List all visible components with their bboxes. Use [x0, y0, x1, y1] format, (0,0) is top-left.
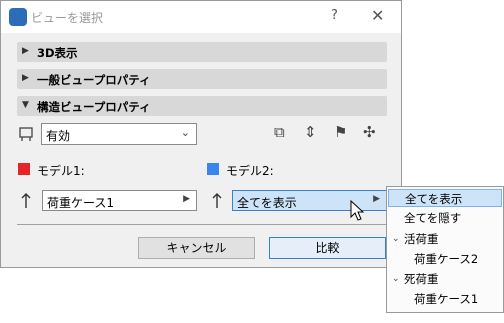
chevron-down-icon: ⌄	[392, 234, 400, 244]
chevron-down-icon: ⌄	[180, 126, 190, 139]
divider	[17, 224, 387, 225]
frame-3d-icon[interactable]: ⧉	[274, 123, 285, 141]
section-general-view-properties[interactable]: ▶ 一般ビュープロパティ	[17, 69, 387, 89]
window-title: ビューを選択	[31, 11, 104, 25]
model1-label: モデル1:	[37, 164, 85, 178]
load-arrow-icon	[212, 193, 222, 208]
collapsed-triangle-icon: ▶	[22, 46, 29, 56]
filter-select[interactable]: 有効 ⌄	[41, 123, 197, 145]
collapsed-triangle-icon: ▶	[22, 73, 29, 83]
chevron-right-icon: ▶	[183, 194, 190, 204]
model1-select[interactable]: 荷重ケース1 ▶	[42, 190, 197, 211]
chevron-right-icon: ▶	[373, 194, 380, 204]
close-button[interactable]: ✕	[371, 6, 384, 25]
select-view-dialog: ビューを選択 ? ✕ ▶ 3D表示 ▶ 一般ビュープロパティ ▼ 構造ビュープロ…	[0, 0, 402, 268]
model1-select-value: 荷重ケース1	[47, 196, 115, 210]
flag-icon[interactable]: ⚑	[334, 123, 347, 141]
axis-move-icon[interactable]: ⇕	[304, 123, 317, 141]
popup-item-load-case-1[interactable]: 荷重ケース1	[388, 290, 502, 308]
section-label: 構造ビュープロパティ	[37, 100, 151, 114]
popup-item-live-load[interactable]: ⌄ 活荷重	[388, 230, 502, 248]
cancel-button[interactable]: キャンセル	[138, 237, 255, 259]
compare-button[interactable]: 比較	[269, 237, 386, 259]
popup-item-show-all[interactable]: 全てを表示	[388, 189, 502, 207]
model1-color-swatch	[18, 163, 30, 175]
help-button[interactable]: ?	[331, 8, 338, 23]
app-icon	[9, 8, 27, 26]
section-3d-display[interactable]: ▶ 3D表示	[17, 42, 387, 62]
section-label: 一般ビュープロパティ	[37, 73, 151, 87]
popup-item-hide-all[interactable]: 全てを隠す	[388, 209, 502, 227]
filter-icon	[19, 127, 33, 141]
title-bar: ビューを選択 ? ✕	[1, 1, 401, 33]
model2-popup-menu: 全てを表示 全てを隠す ⌄ 活荷重 荷重ケース2 ⌄ 死荷重 荷重ケース1	[386, 186, 504, 313]
model2-color-swatch	[207, 163, 219, 175]
filter-select-value: 有効	[46, 129, 71, 143]
chevron-down-icon: ⌄	[392, 274, 400, 284]
section-label: 3D表示	[37, 46, 78, 60]
section-structural-view-properties[interactable]: ▼ 構造ビュープロパティ	[17, 96, 387, 116]
expanded-triangle-icon: ▼	[22, 100, 29, 110]
popup-item-load-case-2[interactable]: 荷重ケース2	[388, 250, 502, 268]
popup-item-dead-load[interactable]: ⌄ 死荷重	[388, 270, 502, 288]
axes-icon[interactable]: ✣	[363, 123, 376, 141]
model2-label: モデル2:	[226, 164, 274, 178]
mouse-cursor-icon	[350, 200, 365, 221]
model2-select-value: 全てを表示	[237, 196, 297, 210]
load-arrow-icon	[21, 193, 31, 208]
